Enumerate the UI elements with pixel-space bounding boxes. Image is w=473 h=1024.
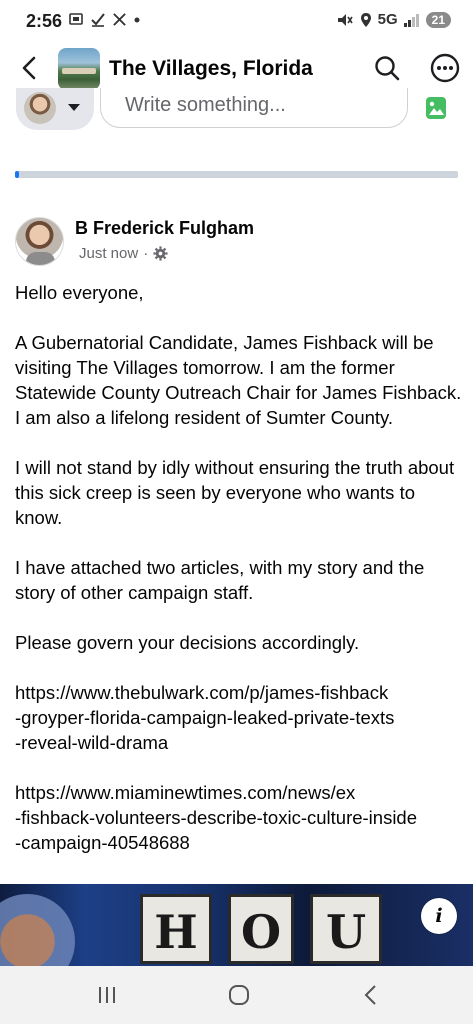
caret-down-icon	[68, 104, 80, 111]
post-paragraph: I have attached two articles, with my st…	[15, 557, 425, 603]
post-link-miaminewtimes[interactable]: https://www.miaminewtimes.com/news/ex -f…	[15, 780, 465, 855]
status-bar: 2:56 5G 21	[0, 0, 473, 44]
photo-icon[interactable]	[425, 96, 447, 120]
link-line[interactable]: -groyper-florida-campaign-leaked-private…	[15, 705, 465, 730]
search-icon[interactable]	[373, 54, 401, 82]
post-meta: Just now ·	[79, 245, 168, 262]
x-app-icon	[113, 12, 126, 26]
notification-icons	[68, 11, 141, 27]
author-avatar[interactable]	[15, 217, 64, 266]
group-header: The Villages, Florida	[0, 44, 473, 94]
screenshot-icon	[69, 13, 83, 25]
link-line[interactable]: -reveal-wild-drama	[15, 730, 465, 755]
system-nav-bar	[0, 966, 473, 1024]
mute-icon	[337, 13, 353, 26]
avatar	[24, 92, 56, 124]
author-name[interactable]: B Frederick Fulgham	[75, 218, 254, 239]
sign-letter: H	[140, 894, 212, 964]
write-something-input[interactable]: Write something...	[100, 88, 408, 128]
dot-icon	[134, 17, 140, 23]
upload-progress-bar	[15, 171, 458, 178]
battery-level: 21	[425, 11, 451, 28]
home-icon[interactable]	[226, 982, 252, 1008]
recent-apps-icon[interactable]	[94, 982, 120, 1008]
post-paragraph: Hello everyone,	[15, 282, 144, 303]
check-icon	[91, 13, 105, 27]
post-composer: Write something...	[0, 88, 473, 136]
more-icon[interactable]	[430, 53, 460, 83]
back-arrow-icon[interactable]	[16, 54, 44, 82]
post-text: Hello everyone, A Gubernatorial Candidat…	[15, 280, 465, 880]
post-paragraph: I will not stand by idly without ensurin…	[15, 457, 455, 528]
post-media-image[interactable]: H O U	[0, 884, 473, 966]
sign-letter: O	[228, 894, 294, 964]
back-icon[interactable]	[358, 982, 384, 1008]
signal-icon	[403, 13, 419, 27]
post-paragraph: A Gubernatorial Candidate, James Fishbac…	[15, 332, 462, 428]
gear-icon[interactable]	[153, 246, 168, 261]
upload-progress-fill	[15, 171, 20, 178]
post-link-bulwark[interactable]: https://www.thebulwark.com/p/james-fishb…	[15, 680, 465, 755]
post-timestamp[interactable]: Just now	[79, 245, 138, 262]
location-icon	[360, 12, 371, 27]
profile-switcher[interactable]	[16, 88, 94, 130]
info-icon[interactable]: i	[421, 898, 457, 934]
system-status: 5G 21	[336, 11, 451, 28]
meta-separator: ·	[143, 245, 149, 262]
network-label: 5G	[377, 11, 398, 28]
link-line[interactable]: https://www.miaminewtimes.com/news/ex	[15, 780, 465, 805]
link-line[interactable]: https://www.thebulwark.com/p/james-fishb…	[15, 680, 465, 705]
post-paragraph: Please govern your decisions accordingly…	[15, 632, 360, 653]
sign-letter: U	[310, 894, 382, 964]
link-line[interactable]: -campaign-40548688	[15, 830, 465, 855]
link-line[interactable]: -fishback-volunteers-describe-toxic-cult…	[15, 805, 465, 830]
group-cover-thumbnail[interactable]	[58, 48, 100, 90]
status-time: 2:56	[26, 11, 63, 31]
page-title[interactable]: The Villages, Florida	[109, 57, 313, 81]
